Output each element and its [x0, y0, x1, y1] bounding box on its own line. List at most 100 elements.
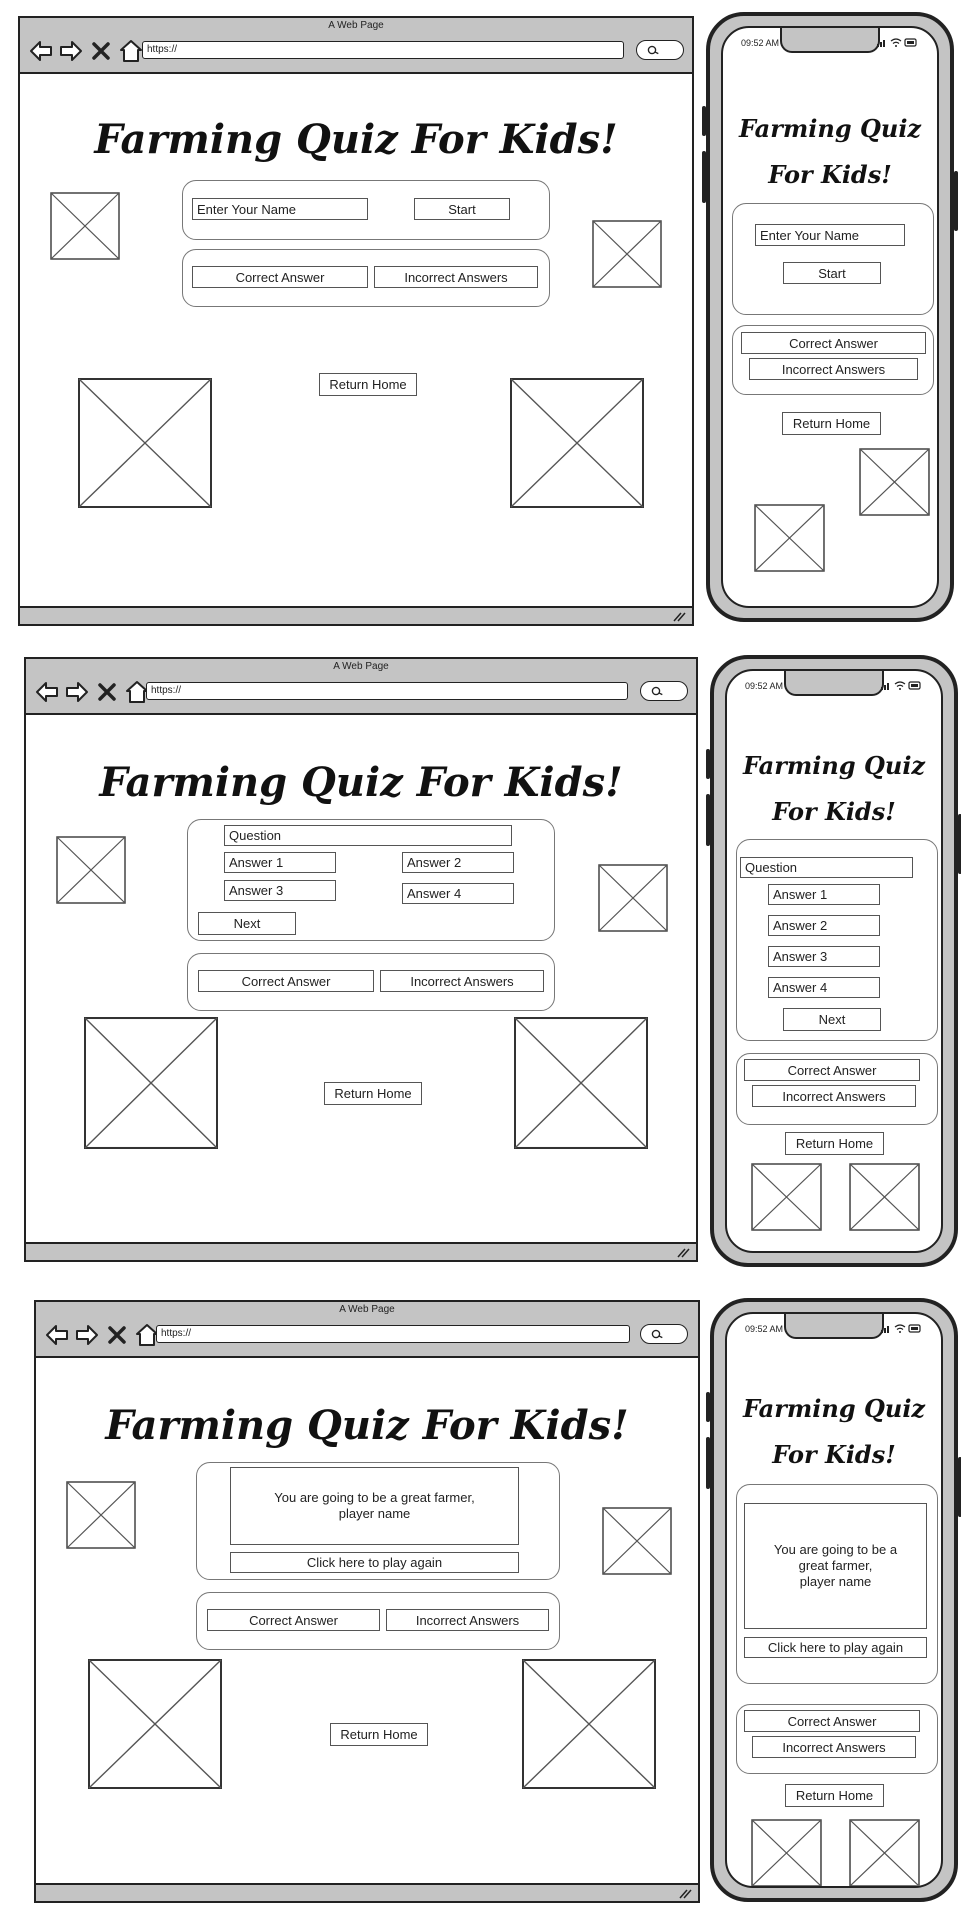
search-icon: [651, 1329, 663, 1339]
arrow-left-icon[interactable]: [28, 38, 54, 64]
return-home-button[interactable]: Return Home: [324, 1082, 422, 1105]
name-input[interactable]: Enter Your Name: [192, 198, 368, 220]
url-bar[interactable]: https://: [156, 1325, 630, 1343]
mobile-page-title-line1: Farming Quiz: [742, 751, 926, 780]
image-placeholder: [598, 864, 668, 932]
name-input[interactable]: Enter Your Name: [755, 224, 905, 246]
resize-handle-icon[interactable]: [672, 610, 686, 622]
search-field[interactable]: [640, 1324, 688, 1344]
search-field[interactable]: [636, 40, 684, 60]
close-icon[interactable]: [94, 679, 120, 705]
url-bar[interactable]: https://: [142, 41, 624, 59]
mobile-page-title-line2: For Kids!: [772, 797, 896, 826]
image-placeholder: [859, 448, 930, 516]
answer-4-button[interactable]: Answer 4: [768, 977, 880, 998]
phone-frame-quiz: 09:52 AM Farming Quiz For Kids! Question…: [706, 655, 961, 1267]
image-placeholder: [602, 1507, 672, 1575]
image-placeholder: [50, 192, 120, 260]
image-placeholder: [849, 1163, 920, 1231]
phone-side-button: [706, 749, 710, 779]
image-placeholder: [751, 1819, 822, 1886]
page-title: Farming Quiz For Kids!: [99, 759, 623, 806]
phone-notch: [780, 28, 880, 53]
arrow-left-icon[interactable]: [34, 679, 60, 705]
phone-side-button: [702, 106, 706, 136]
result-message: You are going to be a great farmer, play…: [744, 1503, 927, 1629]
return-home-button[interactable]: Return Home: [319, 373, 417, 396]
nav-icons: [44, 1322, 160, 1348]
status-time: 09:52 AM: [745, 681, 784, 691]
phone-frame-home: 09:52 AM Farming Quiz For Kids! Enter Yo…: [702, 12, 958, 622]
incorrect-answers-counter: Incorrect Answers: [752, 1736, 916, 1758]
answer-3-button[interactable]: Answer 3: [224, 880, 336, 901]
mobile-page-title-line2: For Kids!: [768, 160, 892, 189]
start-button[interactable]: Start: [414, 198, 510, 220]
image-placeholder: [522, 1659, 656, 1789]
return-home-button[interactable]: Return Home: [785, 1784, 884, 1807]
start-panel: [732, 203, 934, 315]
close-icon[interactable]: [88, 38, 114, 64]
mobile-page-title-line1: Farming Quiz: [738, 114, 922, 143]
arrow-right-icon[interactable]: [64, 679, 90, 705]
browser-title: A Web Page: [333, 661, 389, 672]
answer-1-button[interactable]: Answer 1: [224, 852, 336, 873]
resize-handle-icon[interactable]: [678, 1887, 692, 1899]
image-placeholder: [510, 378, 644, 508]
status-time: 09:52 AM: [741, 38, 780, 48]
nav-icons: [28, 38, 144, 64]
question-text: Question: [740, 857, 913, 878]
correct-answer-counter: Correct Answer: [207, 1609, 380, 1631]
mobile-page-title-line2: For Kids!: [772, 1440, 896, 1469]
phone-side-button: [954, 171, 958, 231]
return-home-button[interactable]: Return Home: [782, 412, 881, 435]
browser-toolbar: A Web Page https://: [36, 1302, 698, 1358]
incorrect-answers-counter: Incorrect Answers: [752, 1085, 916, 1107]
answer-2-button[interactable]: Answer 2: [768, 915, 880, 936]
answer-1-button[interactable]: Answer 1: [768, 884, 880, 905]
browser-window-quiz: A Web Page https:// Farming Quiz For Kid…: [24, 657, 698, 1262]
phone-side-button: [702, 151, 706, 203]
close-icon[interactable]: [104, 1322, 130, 1348]
incorrect-answers-counter: Incorrect Answers: [380, 970, 544, 992]
page-title: Farming Quiz For Kids!: [105, 1402, 629, 1449]
answer-4-button[interactable]: Answer 4: [402, 883, 514, 904]
search-icon: [647, 45, 659, 55]
image-placeholder: [56, 836, 126, 904]
correct-answer-counter: Correct Answer: [192, 266, 368, 288]
browser-window-home: A Web Page https:// Farming Quiz For Kid…: [18, 16, 694, 626]
browser-window-results: A Web Page https:// Farming Quiz For Kid…: [34, 1300, 700, 1903]
home-icon[interactable]: [118, 38, 144, 64]
browser-title: A Web Page: [339, 1304, 395, 1315]
search-field[interactable]: [640, 681, 688, 701]
phone-side-button: [706, 794, 710, 846]
play-again-button[interactable]: Click here to play again: [230, 1552, 519, 1573]
image-placeholder: [66, 1481, 136, 1549]
next-button[interactable]: Next: [198, 912, 296, 935]
browser-toolbar: A Web Page https://: [20, 18, 692, 74]
start-button[interactable]: Start: [783, 262, 881, 284]
phone-frame-results: 09:52 AM Farming Quiz For Kids! You are …: [706, 1298, 961, 1902]
arrow-left-icon[interactable]: [44, 1322, 70, 1348]
answer-2-button[interactable]: Answer 2: [402, 852, 514, 873]
browser-statusbar: [36, 1883, 698, 1901]
url-bar[interactable]: https://: [146, 682, 628, 700]
arrow-right-icon[interactable]: [58, 38, 84, 64]
return-home-button[interactable]: Return Home: [330, 1723, 428, 1746]
signal-wifi-battery-icon: [881, 1324, 921, 1333]
image-placeholder: [754, 504, 825, 572]
image-placeholder: [751, 1163, 822, 1231]
return-home-button[interactable]: Return Home: [785, 1132, 884, 1155]
browser-title: A Web Page: [328, 20, 384, 31]
next-button[interactable]: Next: [783, 1008, 881, 1031]
play-again-button[interactable]: Click here to play again: [744, 1637, 927, 1658]
phone-screen: 09:52 AM Farming Quiz For Kids! You are …: [725, 1312, 943, 1888]
image-placeholder: [84, 1017, 218, 1149]
phone-screen: 09:52 AM Farming Quiz For Kids! Question…: [725, 669, 943, 1253]
arrow-right-icon[interactable]: [74, 1322, 100, 1348]
phone-notch: [784, 1314, 884, 1339]
incorrect-answers-counter: Incorrect Answers: [749, 358, 918, 380]
correct-answer-counter: Correct Answer: [744, 1710, 920, 1732]
answer-3-button[interactable]: Answer 3: [768, 946, 880, 967]
resize-handle-icon[interactable]: [676, 1246, 690, 1258]
nav-icons: [34, 679, 150, 705]
